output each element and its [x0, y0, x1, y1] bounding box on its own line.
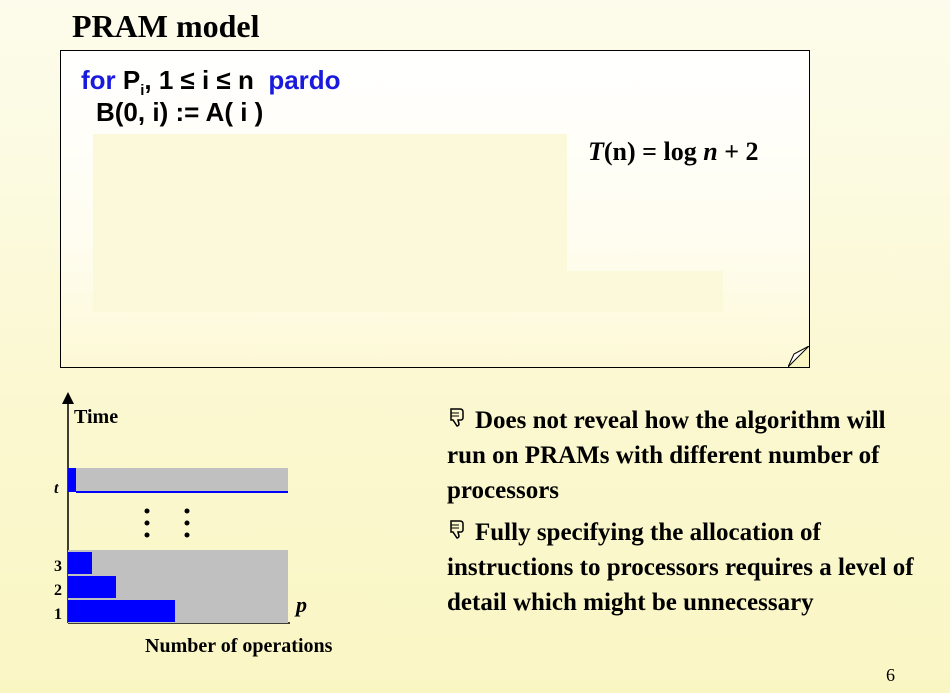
ellipsis-dot [184, 520, 190, 526]
keyword-pardo: pardo [268, 65, 341, 95]
ellipsis-dot [144, 520, 150, 526]
formula-n: n [703, 137, 718, 166]
used-bar-1 [68, 600, 175, 622]
bullet-text: Fully specifying the allocation of instr… [447, 519, 914, 616]
formula-equals-log: = log [635, 137, 704, 166]
code-note-box: for Pi, 1 ≤ i ≤ n pardo B(0, i) := A( i … [60, 50, 810, 368]
tick-label-1: 1 [54, 606, 62, 623]
highlight-area-lower [93, 271, 723, 312]
used-bar-2 [68, 576, 116, 598]
x-axis-label: Number of operations [145, 635, 333, 657]
formula-T: T [588, 137, 604, 166]
thumbs-down-icon [447, 403, 475, 438]
bullet-item: Fully specifying the allocation of instr… [447, 515, 927, 620]
ellipsis-dot [184, 532, 190, 538]
bullet-list: Does not reveal how the algorithm will r… [447, 403, 927, 627]
code-line-1: for Pi, 1 ≤ i ≤ n pardo [81, 65, 341, 99]
y-axis-label: Time [74, 406, 118, 428]
used-bar-3 [68, 552, 92, 574]
t-label: t [54, 480, 59, 497]
p-label: p [294, 592, 307, 617]
slide-title: PRAM model [72, 8, 260, 44]
thumbs-down-icon [447, 515, 475, 550]
page-fold-icon [788, 346, 810, 368]
bullet-item: Does not reveal how the algorithm will r… [447, 403, 927, 508]
idle-band-t [68, 468, 288, 492]
ellipsis-dot [144, 508, 150, 514]
tick-label-2: 2 [54, 582, 62, 599]
formula-plus: + 2 [717, 137, 759, 166]
formula-n-arg: (n) [603, 137, 636, 166]
index-range: , 1 ≤ i ≤ n [144, 65, 254, 95]
bullet-text: Does not reveal how the algorithm will r… [447, 407, 886, 504]
used-bar-t [68, 468, 76, 492]
time-formula: T(n) = log n + 2 [588, 137, 759, 167]
code-line-2: B(0, i) := A( i ) [96, 97, 264, 127]
page-number: 6 [886, 665, 895, 685]
ellipsis-dot [184, 508, 190, 514]
tick-label-3: 3 [54, 558, 62, 575]
keyword-for: for [81, 65, 123, 95]
work-time-chart: Time Number of operations p t 3 2 1 [54, 392, 333, 657]
processor-symbol: P [122, 65, 141, 95]
ellipsis-dot [144, 532, 150, 538]
